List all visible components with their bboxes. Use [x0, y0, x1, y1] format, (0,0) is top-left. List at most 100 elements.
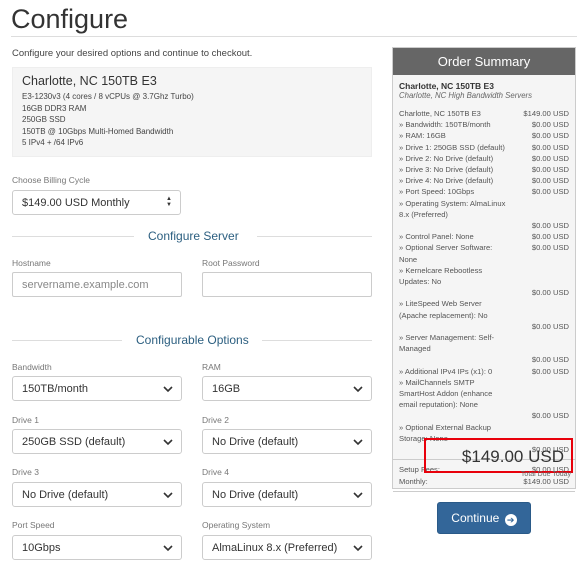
bandwidth-label: Bandwidth	[12, 362, 52, 372]
summary-line-item: Charlotte, NC 150TB E3 $149.00 USD	[399, 108, 569, 119]
chevron-down-icon	[163, 439, 173, 446]
chevron-down-icon	[353, 545, 363, 552]
os-select[interactable]: AlmaLinux 8.x (Preferred)	[202, 535, 372, 560]
drive1-label: Drive 1	[12, 415, 39, 425]
port-speed-label: Port Speed	[12, 520, 55, 530]
root-password-input[interactable]	[202, 272, 372, 297]
summary-line-item: » Additional IPv4 IPs (x1): 0 $0.00 USD	[399, 366, 569, 377]
section-rule	[262, 340, 372, 341]
drive1-select[interactable]: 250GB SSD (default)	[12, 429, 182, 454]
root-password-label: Root Password	[202, 258, 260, 268]
configure-server-heading: Configure Server	[12, 229, 372, 243]
product-spec-line: E3-1230v3 (4 cores / 8 vCPUs @ 3.7Ghz Tu…	[22, 92, 194, 101]
summary-line-amount: $0.00 USD	[531, 232, 569, 242]
updown-arrows-icon: ▲ ▼	[166, 196, 172, 208]
product-spec-line: 16GB DDR3 RAM	[22, 103, 87, 113]
billing-cycle-label: Choose Billing Cycle	[12, 175, 90, 185]
summary-divider	[393, 490, 575, 492]
summary-line-amount: $0.00 USD	[531, 176, 569, 186]
drive1-value: 250GB SSD (default)	[22, 436, 126, 448]
summary-line-items: Charlotte, NC 150TB E3 $149.00 USD» Bandw…	[399, 108, 569, 455]
summary-line-amount: $0.00 USD	[531, 355, 569, 365]
port-speed-select[interactable]: 10Gbps	[12, 535, 182, 560]
summary-line-item: » Drive 2: No Drive (default) $0.00 USD	[399, 153, 569, 164]
drive4-label: Drive 4	[202, 467, 229, 477]
summary-line-amount: $0.00 USD	[531, 288, 569, 298]
continue-label: Continue	[451, 511, 500, 525]
ram-value: 16GB	[212, 383, 241, 395]
summary-line-item: » Drive 3: No Drive (default) $0.00 USD	[399, 164, 569, 175]
summary-product-group: Charlotte, NC High Bandwidth Servers	[399, 91, 533, 100]
summary-line-item: » Operating System: AlmaLinux 8.x (Prefe…	[399, 198, 569, 232]
ram-select[interactable]: 16GB	[202, 376, 372, 401]
summary-line-amount: $0.00 USD	[531, 120, 569, 130]
summary-line-item: » Server Management: Self-Managed $0.00 U…	[399, 332, 569, 366]
summary-line-amount: $0.00 USD	[531, 131, 569, 141]
arrow-circle-right-icon: ➔	[504, 514, 517, 526]
title-divider	[11, 36, 577, 37]
hostname-label: Hostname	[12, 258, 51, 268]
order-summary-title: Order Summary	[393, 48, 575, 75]
summary-product-name: Charlotte, NC 150TB E3	[399, 81, 494, 91]
summary-line-amount: $0.00 USD	[531, 321, 569, 331]
configurable-options-heading: Configurable Options	[12, 333, 372, 347]
chevron-down-icon	[163, 386, 173, 393]
summary-line-item: » Kernelcare Rebootless Updates: No $0.00…	[399, 265, 569, 299]
summary-line-amount: $0.00 USD	[531, 142, 569, 152]
chevron-down-icon	[163, 492, 173, 499]
summary-line-item: » LiteSpeed Web Server (Apache replaceme…	[399, 298, 569, 332]
chevron-down-icon	[353, 439, 363, 446]
summary-line-item: » Bandwidth: 150TB/month $0.00 USD	[399, 119, 569, 130]
product-spec-line: 250GB SSD	[22, 115, 66, 124]
chevron-down-icon	[353, 386, 363, 393]
page-title: Configure	[11, 4, 129, 34]
summary-line-amount: $0.00 USD	[531, 165, 569, 175]
port-speed-value: 10Gbps	[22, 542, 61, 554]
summary-line-item: » Optional Server Software: None $0.00 US…	[399, 242, 569, 264]
summary-line-item: » MailChannels SMTP SmartHost Addon (enh…	[399, 377, 569, 422]
drive4-value: No Drive (default)	[212, 489, 299, 501]
summary-line-label: » Operating System: AlmaLinux 8.x (Prefe…	[399, 198, 506, 219]
summary-line-amount: $0.00 USD	[531, 153, 569, 163]
drive3-label: Drive 3	[12, 467, 39, 477]
summary-line-amount: $0.00 USD	[531, 221, 569, 231]
bandwidth-value: 150TB/month	[22, 383, 89, 395]
bandwidth-select[interactable]: 150TB/month	[12, 376, 182, 401]
drive2-label: Drive 2	[202, 415, 229, 425]
section-rule	[257, 236, 372, 237]
billing-cycle-value: $149.00 USD Monthly	[22, 197, 130, 209]
configure-server-title: Configure Server	[148, 229, 239, 243]
drive3-value: No Drive (default)	[22, 489, 109, 501]
summary-line-label: » Server Management: Self-Managed	[399, 333, 494, 354]
hostname-input[interactable]: servername.example.com	[12, 272, 182, 297]
summary-line-amount: $0.00 USD	[531, 366, 569, 376]
chevron-down-icon	[353, 492, 363, 499]
drive4-select[interactable]: No Drive (default)	[202, 482, 372, 507]
section-rule	[12, 340, 122, 341]
intro-text: Configure your desired options and conti…	[12, 48, 253, 59]
configurable-options-title: Configurable Options	[136, 333, 249, 347]
summary-line-item: » Port Speed: 10Gbps $0.00 USD	[399, 186, 569, 197]
total-due-amount: $149.00 USD	[461, 447, 564, 466]
summary-line-item: » Control Panel: None $0.00 USD	[399, 231, 569, 242]
order-summary-panel: Order Summary Charlotte, NC 150TB E3 Cha…	[392, 47, 576, 492]
continue-button[interactable]: Continue ➔	[437, 502, 531, 534]
product-name: Charlotte, NC 150TB E3	[22, 74, 157, 88]
summary-line-amount: $0.00 USD	[531, 411, 569, 421]
total-due-label: Total Due Today	[520, 471, 571, 478]
os-value: AlmaLinux 8.x (Preferred)	[212, 542, 338, 554]
billing-cycle-select[interactable]: $149.00 USD Monthly ▲ ▼	[12, 190, 181, 215]
summary-line-amount: $0.00 USD	[531, 243, 569, 253]
summary-line-label: » LiteSpeed Web Server (Apache replaceme…	[399, 299, 488, 320]
summary-line-label: » Kernelcare Rebootless Updates: No	[399, 265, 483, 287]
drive3-select[interactable]: No Drive (default)	[12, 482, 182, 507]
summary-line-amount: $149.00 USD	[523, 109, 569, 118]
os-label: Operating System	[202, 520, 271, 530]
product-spec-line: 150TB @ 10Gbps Multi-Homed Bandwidth	[22, 126, 174, 136]
summary-line-item: » RAM: 16GB $0.00 USD	[399, 130, 569, 141]
product-spec-line: 5 IPv4 + /64 IPv6	[22, 138, 84, 147]
summary-line-item: » Drive 4: No Drive (default) $0.00 USD	[399, 175, 569, 186]
drive2-select[interactable]: No Drive (default)	[202, 429, 372, 454]
summary-line-label: » MailChannels SMTP SmartHost Addon (enh…	[399, 377, 493, 410]
section-rule	[12, 236, 134, 237]
